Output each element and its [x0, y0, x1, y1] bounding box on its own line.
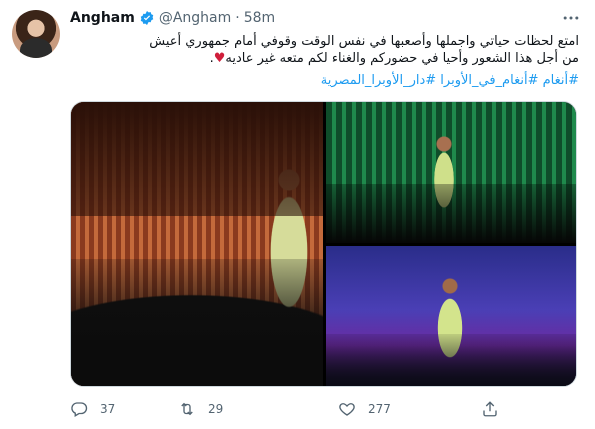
reply-icon	[71, 402, 88, 417]
tweet-text: امتع لحظات حياتي واجملها وأصعبها في نفس …	[70, 33, 579, 67]
reply-button[interactable]: 37	[70, 398, 115, 420]
media-grid	[70, 101, 577, 387]
share-icon	[483, 401, 497, 417]
like-button[interactable]: 277	[338, 398, 391, 420]
retweet-count: 29	[208, 402, 224, 416]
reply-count: 37	[100, 402, 116, 416]
hashtags[interactable]: #أنغام #أنغام_في_الأوبرا #دار_الأوبرا_ال…	[70, 72, 579, 89]
timestamp[interactable]: 58m	[244, 10, 275, 26]
heart-icon	[339, 403, 355, 416]
heart-emoji-icon: ♥	[213, 51, 226, 66]
concert-photo-1[interactable]	[71, 102, 323, 386]
share-button[interactable]	[481, 398, 511, 420]
avatar[interactable]	[12, 10, 60, 58]
author-handle[interactable]: @Angham	[159, 10, 231, 26]
tweet[interactable]: Angham @Angham · 58m امتع لحظات حياتي وا…	[0, 0, 595, 429]
tweet-header: Angham @Angham · 58m	[70, 8, 275, 28]
retweet-icon	[181, 402, 193, 416]
retweet-button[interactable]: 29	[178, 398, 223, 420]
concert-photo-2[interactable]	[326, 102, 576, 243]
tweet-text-line-2-body: من أجل هذا الشعور وأحيا في حضوركم والغنا…	[225, 51, 579, 66]
more-icon[interactable]	[561, 8, 581, 28]
like-count: 277	[368, 402, 391, 416]
separator-dot: ·	[235, 10, 240, 26]
tweet-text-line-1: امتع لحظات حياتي واجملها وأصعبها في نفس …	[149, 34, 579, 49]
concert-photo-3[interactable]	[326, 246, 576, 386]
tweet-actions: 37 29 277	[70, 398, 510, 420]
tweet-text-line-2: من أجل هذا الشعور وأحيا في حضوركم والغنا…	[70, 50, 579, 67]
verified-badge-icon	[139, 10, 155, 26]
author-name[interactable]: Angham	[70, 10, 135, 26]
